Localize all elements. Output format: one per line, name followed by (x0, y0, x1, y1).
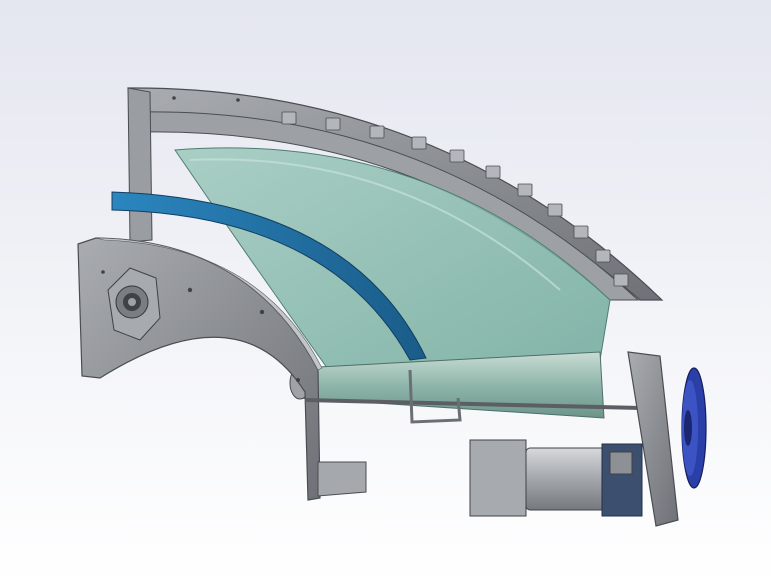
pulley-icon (681, 367, 707, 489)
conveyor-model (77, 87, 707, 527)
motor-icon (469, 439, 643, 517)
mounting-foot (317, 461, 367, 497)
cad-viewport (0, 0, 771, 584)
back-left-post (127, 87, 153, 243)
